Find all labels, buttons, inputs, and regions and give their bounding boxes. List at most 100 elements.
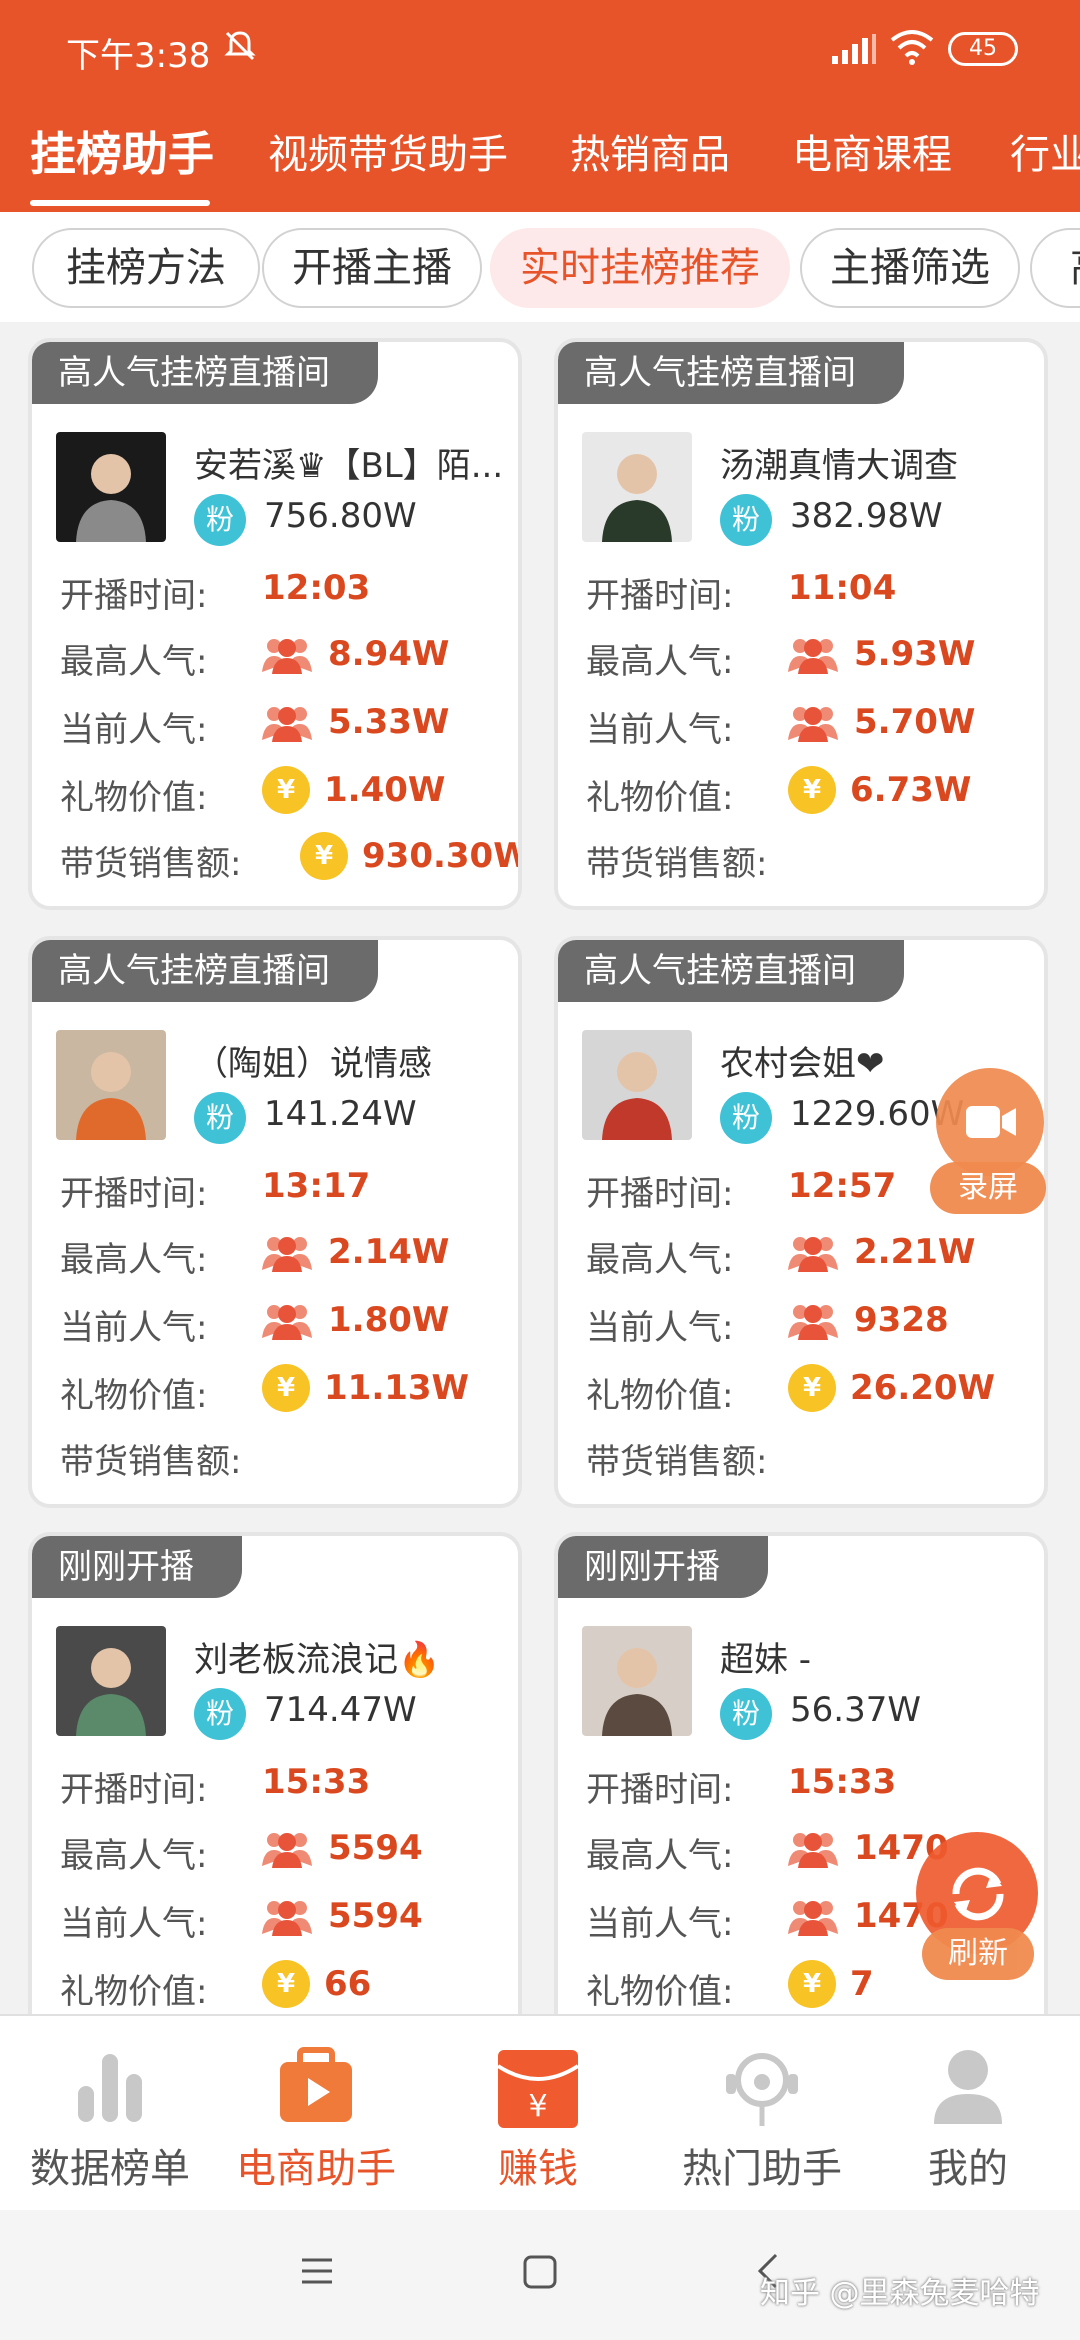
current-popularity-value: 5.70W: [854, 702, 976, 742]
anchor-name: 汤潮真情大调查: [720, 446, 958, 486]
nav-label: 电商助手: [236, 2146, 396, 2192]
fan-badge: 粉: [720, 494, 772, 546]
card-tag: 刚刚开播: [32, 1536, 242, 1598]
anchor-avatar: [56, 1626, 166, 1736]
peak-label: 最高人气:: [586, 642, 734, 682]
record-screen-button[interactable]: 录屏: [930, 1068, 1050, 1218]
top-tab-bar: 挂榜助手 视频带货助手 热销商品 电商课程 行业: [0, 112, 1080, 212]
peak-popularity-value: 2.21W: [854, 1232, 976, 1272]
video-camera-icon: [966, 1106, 1016, 1138]
card-tag: 刚刚开播: [558, 1536, 768, 1598]
nav-label: 我的: [928, 2146, 1008, 2192]
anchor-avatar: [582, 1626, 692, 1736]
card-tag: 高人气挂榜直播间: [32, 940, 378, 1002]
tab-ecommerce-course[interactable]: 电商课程: [792, 122, 952, 180]
current-label: 当前人气:: [586, 710, 734, 750]
gift-label: 礼物价值:: [60, 1376, 208, 1416]
coin-icon: ¥: [300, 832, 348, 880]
gift-label: 礼物价值:: [586, 1376, 734, 1416]
sales-label: 带货销售额:: [60, 1442, 242, 1482]
chip-anchor-filter[interactable]: 主播筛选: [800, 228, 1020, 308]
start-time-value: 11:04: [788, 568, 897, 608]
start-time-value: 12:57: [788, 1166, 897, 1206]
current-label: 当前人气:: [60, 710, 208, 750]
wifi-icon: [890, 30, 934, 65]
video-bag-icon: [280, 2047, 352, 2122]
peak-popularity-value: 2.14W: [328, 1232, 450, 1272]
bottom-navigation: 数据榜单 电商助手 ¥ 赚钱 热门助手 我的: [0, 2014, 1080, 2212]
gift-label: 礼物价值:: [586, 778, 734, 818]
tab-hot-products[interactable]: 热销商品: [570, 122, 730, 180]
red-envelope-icon: ¥: [496, 2050, 580, 2128]
watermark: 知乎 @里森兔麦哈特: [760, 2276, 1040, 2311]
live-room-card[interactable]: 高人气挂榜直播间 农村会姐❤ 粉 1229.60W 开播时间: 12:57 最高人气: 2…: [554, 936, 1048, 1508]
current-label: 当前人气:: [586, 1904, 734, 1944]
gift-value: 26.20W: [850, 1368, 996, 1408]
people-icon: [262, 1833, 312, 1868]
people-icon: [788, 707, 838, 742]
svg-text:¥: ¥: [528, 2089, 547, 2124]
people-icon: [262, 1901, 312, 1936]
app-header: 下午3:38 45 挂榜助手 视频带货助手 热销商品 电商课程 行业: [0, 0, 1080, 212]
gift-label: 礼物价值:: [60, 1972, 208, 2012]
live-room-card[interactable]: 高人气挂榜直播间 （陶姐）说情感粉 141.24W 开播时间: 13:17 最高人气: …: [28, 936, 522, 1508]
anchor-avatar: [56, 1030, 166, 1140]
peak-label: 最高人气:: [60, 1836, 208, 1876]
start-time-label: 开播时间:: [586, 1174, 734, 1214]
card-tag: 高人气挂榜直播间: [558, 940, 904, 1002]
gift-label: 礼物价值:: [586, 1972, 734, 2012]
anchor-name: 安若溪♛【BL】陌...: [194, 446, 504, 486]
start-time-value: 15:33: [788, 1762, 897, 1802]
tab-rank-assistant[interactable]: 挂榜助手: [30, 118, 214, 184]
peak-popularity-value: 5.93W: [854, 634, 976, 674]
peak-label: 最高人气:: [60, 1240, 208, 1280]
coin-icon: ¥: [262, 1364, 310, 1412]
chip-rank-method[interactable]: 挂榜方法: [32, 228, 260, 308]
current-popularity-value: 5594: [328, 1896, 423, 1936]
sales-label: 带货销售额:: [586, 844, 768, 884]
start-time-label: 开播时间:: [60, 1770, 208, 1810]
fan-badge: 粉: [194, 1092, 246, 1144]
live-room-card[interactable]: 高人气挂榜直播间 汤潮真情大调查粉 382.98W 开播时间: 11:04 最高人气: …: [554, 338, 1048, 910]
active-tab-indicator: [30, 200, 210, 206]
fan-badge: 粉: [720, 1688, 772, 1740]
people-icon: [262, 639, 312, 674]
chip-live-anchors[interactable]: 开播主播: [262, 228, 482, 308]
bar-chart-icon: [78, 2054, 142, 2122]
sales-label: 带货销售额:: [60, 844, 242, 884]
robot-icon: [726, 2053, 798, 2126]
chip-more[interactable]: 高: [1030, 228, 1080, 308]
people-icon: [262, 707, 312, 742]
gift-value: 11.13W: [324, 1368, 470, 1408]
current-popularity-value: 9328: [854, 1300, 949, 1340]
start-time-value: 13:17: [262, 1166, 371, 1206]
coin-icon: ¥: [788, 1364, 836, 1412]
live-room-card[interactable]: 刚刚开播 刘老板流浪记🔥 粉 714.47W 开播时间: 15:33 最高人气: 5594…: [28, 1532, 522, 2052]
status-bar: 下午3:38 45: [0, 0, 1080, 100]
refresh-button[interactable]: 刷新: [912, 1832, 1042, 1982]
sales-label: 带货销售额:: [586, 1442, 768, 1482]
peak-label: 最高人气:: [586, 1836, 734, 1876]
anchor-avatar: [582, 432, 692, 542]
refresh-label: 刷新: [922, 1928, 1034, 1980]
fan-badge: 粉: [194, 494, 246, 546]
nav-label: 赚钱: [498, 2146, 578, 2192]
live-room-card[interactable]: 高人气挂榜直播间 安若溪♛【BL】陌... 粉 756.80W 开播时间: 12:03 最…: [28, 338, 522, 910]
tab-video-assistant[interactable]: 视频带货助手: [268, 122, 508, 180]
gift-value: 6.73W: [850, 770, 972, 810]
start-time-value: 15:33: [262, 1762, 371, 1802]
fan-count: 756.80W: [264, 496, 417, 536]
chip-realtime-recommend[interactable]: 实时挂榜推荐: [490, 228, 790, 308]
fan-count: 56.37W: [790, 1690, 921, 1730]
peak-popularity-value: 5594: [328, 1828, 423, 1868]
sales-value: 930.30W: [362, 836, 522, 876]
fan-count: 382.98W: [790, 496, 943, 536]
tab-industry[interactable]: 行业: [1010, 122, 1080, 180]
nav-label: 热门助手: [682, 2146, 842, 2192]
fan-count: 714.47W: [264, 1690, 417, 1730]
record-label: 录屏: [930, 1162, 1046, 1214]
home-square-icon[interactable]: [522, 2254, 558, 2290]
peak-label: 最高人气:: [60, 642, 208, 682]
peak-popularity-value: 8.94W: [328, 634, 450, 674]
menu-icon[interactable]: [300, 2254, 334, 2288]
